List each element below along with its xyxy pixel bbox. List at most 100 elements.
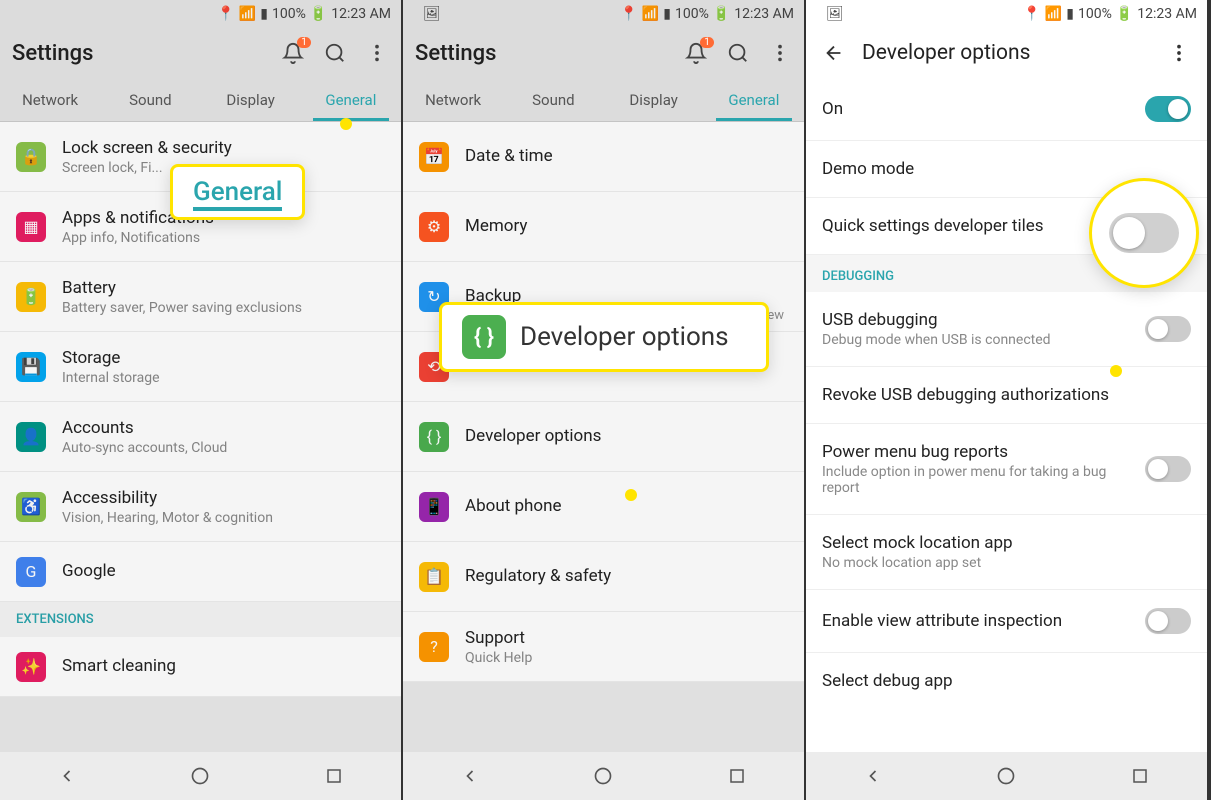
item-accessibility[interactable]: ♿AccessibilityVision, Hearing, Motor & c…	[0, 472, 401, 542]
menu-button[interactable]	[1167, 41, 1191, 65]
wifi-icon: 📶	[1045, 6, 1062, 22]
toggle-usb-debugging[interactable]	[1145, 316, 1191, 342]
regulatory-icon: 📋	[419, 562, 449, 592]
screenshot-icon: 🖼	[826, 6, 844, 22]
home-button[interactable]	[591, 764, 615, 788]
item-smart-cleaning[interactable]: ✨Smart cleaning	[0, 637, 401, 697]
item-select-debug-app[interactable]: Select debug app	[806, 653, 1207, 709]
tab-general[interactable]: General	[301, 78, 401, 121]
tabs: Network Sound Display General	[0, 78, 401, 122]
clock: 12:23 AM	[1137, 6, 1197, 22]
back-button[interactable]	[458, 764, 482, 788]
calendar-icon: 📅	[419, 142, 449, 172]
item-on[interactable]: On	[806, 78, 1207, 141]
page-title: Developer options	[862, 41, 1151, 65]
item-regulatory[interactable]: 📋Regulatory & safety	[403, 542, 804, 612]
location-icon: 📍	[1023, 6, 1040, 22]
accessibility-icon: ♿	[16, 492, 46, 522]
signal-icon: ▮	[1066, 6, 1074, 22]
toggle-off-large	[1109, 213, 1179, 253]
kebab-icon	[366, 42, 388, 64]
menu-button[interactable]	[768, 41, 792, 65]
tab-general[interactable]: General	[704, 78, 804, 121]
item-memory[interactable]: ⚙Memory	[403, 192, 804, 262]
battery-pct: 100%	[675, 6, 709, 22]
notifications-button[interactable]: 1	[281, 41, 305, 65]
highlight-dot	[625, 489, 637, 501]
tab-sound[interactable]: Sound	[503, 78, 603, 121]
item-revoke-usb[interactable]: Revoke USB debugging authorizations	[806, 367, 1207, 424]
app-header: Settings 1	[0, 28, 401, 78]
callout-developer-options: { } Developer options	[439, 302, 769, 372]
lock-icon: 🔒	[16, 142, 46, 172]
recents-button[interactable]	[725, 764, 749, 788]
battery-icon: 🔋	[1116, 6, 1133, 22]
google-icon: G	[16, 557, 46, 587]
memory-icon: ⚙	[419, 212, 449, 242]
item-battery[interactable]: 🔋BatteryBattery saver, Power saving excl…	[0, 262, 401, 332]
smart-cleaning-icon: ✨	[16, 652, 46, 682]
kebab-icon	[769, 42, 791, 64]
search-button[interactable]	[323, 41, 347, 65]
status-bar: 🖼 📍 📶 ▮ 100% 🔋 12:23 AM	[403, 0, 804, 28]
page-title: Settings	[415, 41, 684, 66]
clock: 12:23 AM	[734, 6, 794, 22]
tab-display[interactable]: Display	[604, 78, 704, 121]
item-google[interactable]: GGoogle	[0, 542, 401, 602]
item-storage[interactable]: 💾StorageInternal storage	[0, 332, 401, 402]
nav-bar	[806, 752, 1207, 800]
toggle-on[interactable]	[1145, 96, 1191, 122]
tab-display[interactable]: Display	[201, 78, 301, 121]
item-date-time[interactable]: 📅Date & time	[403, 122, 804, 192]
item-developer-options[interactable]: { }Developer options	[403, 402, 804, 472]
clock: 12:23 AM	[331, 6, 391, 22]
home-button[interactable]	[994, 764, 1018, 788]
badge: 1	[297, 37, 311, 48]
dev-icon: { }	[462, 315, 506, 359]
support-icon: ?	[419, 632, 449, 662]
back-button[interactable]	[822, 41, 846, 65]
item-usb-debugging[interactable]: USB debuggingDebug mode when USB is conn…	[806, 292, 1207, 367]
toggle-view-attr[interactable]	[1145, 608, 1191, 634]
item-support[interactable]: ?SupportQuick Help	[403, 612, 804, 682]
recents-button[interactable]	[1128, 764, 1152, 788]
wifi-icon: 📶	[239, 6, 256, 22]
menu-button[interactable]	[365, 41, 389, 65]
item-accounts[interactable]: 👤AccountsAuto-sync accounts, Cloud	[0, 402, 401, 472]
item-mock-location[interactable]: Select mock location appNo mock location…	[806, 515, 1207, 590]
search-button[interactable]	[726, 41, 750, 65]
screenshot-icon: 🖼	[423, 6, 441, 22]
callout-toggle	[1089, 178, 1199, 288]
battery-icon: 🔋	[713, 6, 730, 22]
notifications-button[interactable]: 1	[684, 41, 708, 65]
callout-general: General	[170, 164, 305, 220]
home-button[interactable]	[188, 764, 212, 788]
battery-pct: 100%	[1078, 6, 1112, 22]
tab-network[interactable]: Network	[403, 78, 503, 121]
toggle-bug-reports[interactable]	[1145, 456, 1191, 482]
panel-2-settings-general: 🖼 📍 📶 ▮ 100% 🔋 12:23 AM Settings 1 Netwo…	[403, 0, 806, 800]
status-bar: 🖼 📍 📶 ▮ 100% 🔋 12:23 AM	[806, 0, 1207, 28]
app-header: Developer options	[806, 28, 1207, 78]
badge: 1	[700, 37, 714, 48]
kebab-icon	[1168, 42, 1190, 64]
battery-icon: 🔋	[16, 282, 46, 312]
page-title: Settings	[12, 41, 281, 66]
tab-sound[interactable]: Sound	[100, 78, 200, 121]
dev-icon: { }	[419, 422, 449, 452]
recents-button[interactable]	[322, 764, 346, 788]
item-view-attr[interactable]: Enable view attribute inspection	[806, 590, 1207, 653]
battery-icon: 🔋	[310, 6, 327, 22]
item-about-phone[interactable]: 📱About phone	[403, 472, 804, 542]
back-button[interactable]	[861, 764, 885, 788]
item-bug-reports[interactable]: Power menu bug reportsInclude option in …	[806, 424, 1207, 515]
location-icon: 📍	[217, 6, 234, 22]
highlight-dot	[1110, 365, 1122, 377]
back-button[interactable]	[55, 764, 79, 788]
nav-bar	[0, 752, 401, 800]
tab-network[interactable]: Network	[0, 78, 100, 121]
section-extensions: EXTENSIONS	[0, 602, 401, 637]
tabs: Network Sound Display General	[403, 78, 804, 122]
search-icon	[324, 42, 346, 64]
wifi-icon: 📶	[642, 6, 659, 22]
